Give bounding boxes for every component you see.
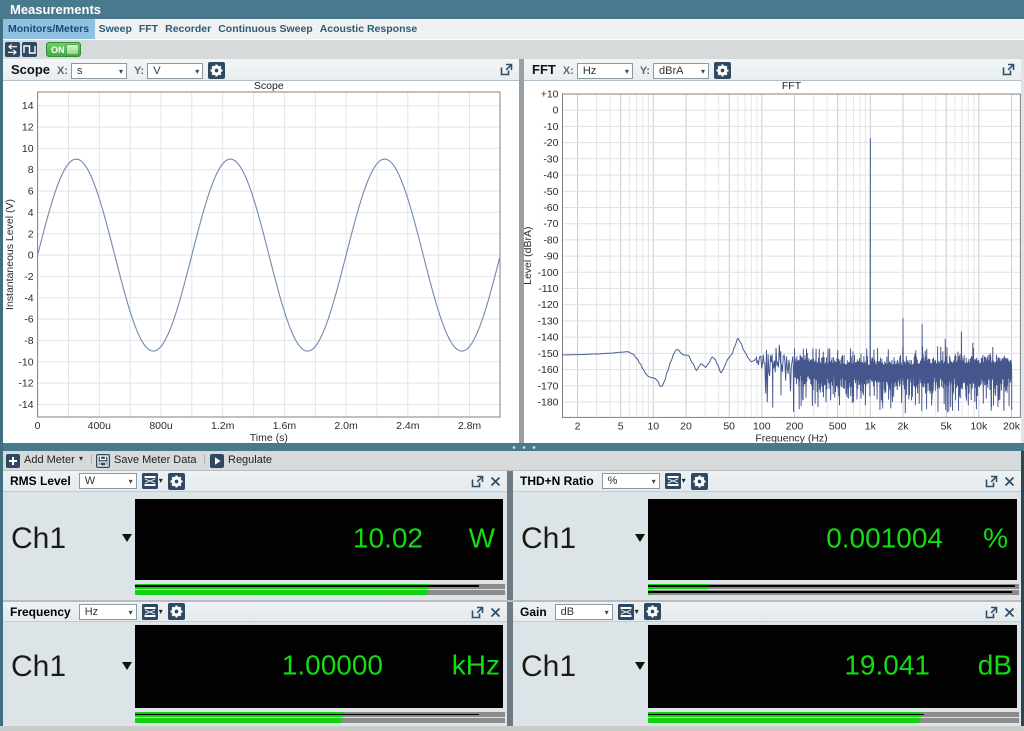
svg-text:-60: -60	[543, 202, 558, 214]
svg-text:-90: -90	[543, 251, 558, 263]
svg-text:500: 500	[829, 420, 847, 432]
svg-text:-12: -12	[18, 378, 33, 390]
svg-text:2k: 2k	[897, 420, 909, 432]
svg-text:-10: -10	[18, 356, 33, 368]
svg-text:+10: +10	[541, 89, 559, 101]
svg-text:Level (dBrA): Level (dBrA)	[524, 227, 534, 285]
svg-text:-70: -70	[543, 218, 558, 230]
svg-text:-140: -140	[537, 332, 558, 344]
svg-text:2.4m: 2.4m	[396, 420, 420, 432]
svg-text:-80: -80	[543, 234, 558, 246]
svg-text:14: 14	[22, 100, 34, 112]
svg-text:-2: -2	[24, 271, 33, 283]
svg-text:800u: 800u	[149, 420, 173, 432]
svg-text:Time (s): Time (s)	[250, 432, 288, 443]
svg-text:10k: 10k	[970, 420, 988, 432]
svg-text:-20: -20	[543, 137, 558, 149]
svg-text:2.0m: 2.0m	[334, 420, 358, 432]
svg-text:2: 2	[28, 228, 34, 240]
svg-text:-30: -30	[543, 153, 558, 165]
svg-text:Scope: Scope	[254, 81, 284, 92]
svg-text:0: 0	[28, 250, 34, 262]
svg-text:-130: -130	[537, 315, 558, 327]
svg-text:-8: -8	[24, 335, 33, 347]
svg-text:6: 6	[28, 186, 34, 198]
svg-text:2.8m: 2.8m	[458, 420, 482, 432]
svg-text:FFT: FFT	[782, 81, 802, 92]
svg-text:400u: 400u	[88, 420, 112, 432]
svg-text:1k: 1k	[865, 420, 877, 432]
svg-text:50: 50	[723, 420, 735, 432]
svg-text:-4: -4	[24, 292, 33, 304]
svg-text:-14: -14	[18, 399, 33, 411]
svg-text:-40: -40	[543, 170, 558, 182]
svg-text:10: 10	[22, 143, 34, 155]
svg-text:-100: -100	[537, 267, 558, 279]
svg-text:1.6m: 1.6m	[273, 420, 297, 432]
svg-text:-170: -170	[537, 380, 558, 392]
svg-text:12: 12	[22, 122, 34, 134]
svg-text:5k: 5k	[941, 420, 953, 432]
svg-text:20k: 20k	[1003, 420, 1021, 432]
svg-text:-50: -50	[543, 186, 558, 198]
svg-text:0: 0	[553, 105, 559, 117]
svg-text:-180: -180	[537, 397, 558, 409]
svg-text:4: 4	[28, 207, 34, 219]
svg-text:-120: -120	[537, 299, 558, 311]
svg-text:200: 200	[786, 420, 804, 432]
svg-text:-160: -160	[537, 364, 558, 376]
svg-text:8: 8	[28, 164, 34, 176]
svg-text:-150: -150	[537, 348, 558, 360]
svg-text:Frequency (Hz): Frequency (Hz)	[755, 432, 827, 443]
svg-text:1.2m: 1.2m	[211, 420, 235, 432]
svg-text:Instantaneous Level (V): Instantaneous Level (V)	[4, 199, 16, 310]
svg-text:10: 10	[647, 420, 659, 432]
svg-text:2: 2	[575, 420, 581, 432]
svg-text:-10: -10	[543, 121, 558, 133]
svg-text:0: 0	[35, 420, 41, 432]
svg-text:5: 5	[618, 420, 624, 432]
svg-text:20: 20	[680, 420, 692, 432]
svg-text:-110: -110	[538, 283, 558, 295]
svg-text:100: 100	[753, 420, 771, 432]
svg-text:-6: -6	[24, 314, 33, 326]
